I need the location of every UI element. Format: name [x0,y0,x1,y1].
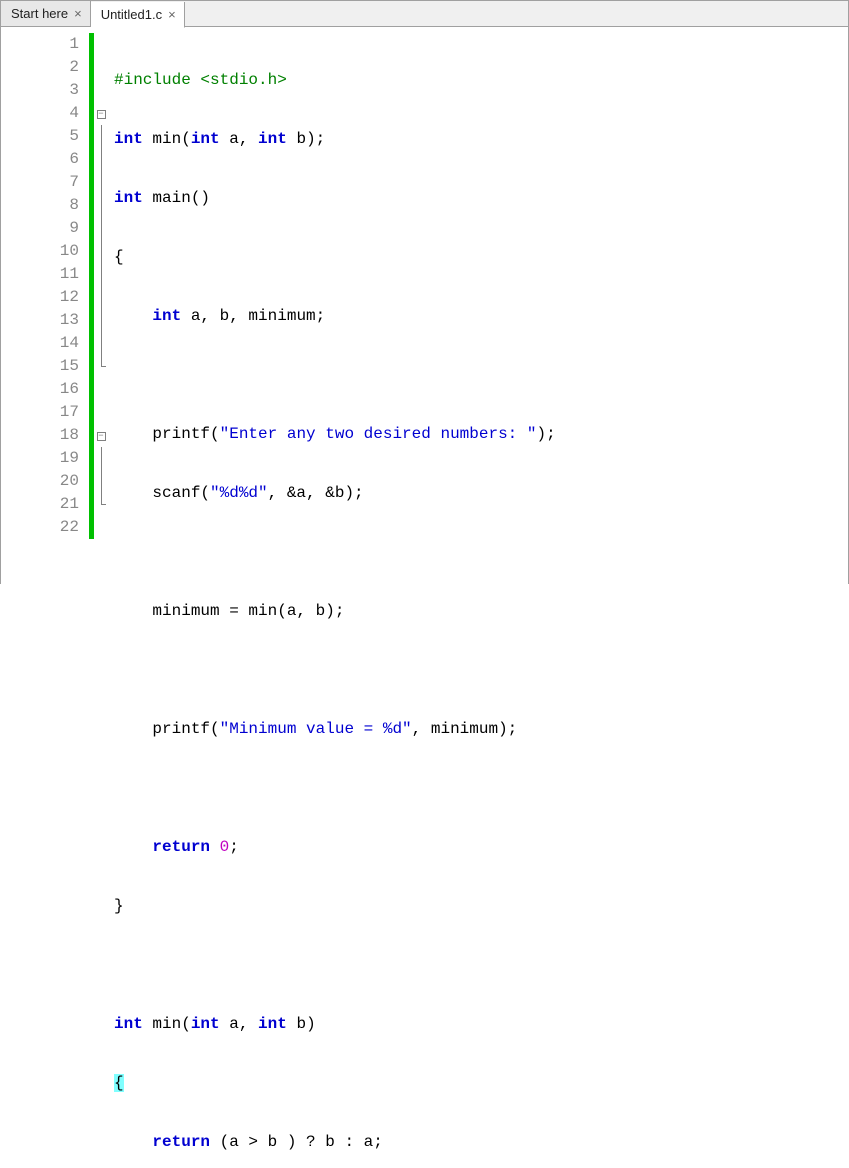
code-line: } [114,895,848,918]
fold-toggle-icon[interactable]: − [94,102,108,125]
line-number: 7 [1,171,89,194]
line-number: 19 [1,447,89,470]
code-line: { [114,1072,848,1095]
line-number: 10 [1,240,89,263]
tab-untitled1[interactable]: Untitled1.c × [91,2,185,28]
close-icon[interactable]: × [74,7,82,20]
line-number: 4 [1,102,89,125]
line-number: 18 [1,424,89,447]
code-line: return (a > b ) ? b : a; [114,1131,848,1154]
line-number: 15 [1,355,89,378]
tab-label: Untitled1.c [101,7,162,22]
tab-start-here[interactable]: Start here × [1,1,91,26]
line-number: 14 [1,332,89,355]
fold-gutter: − − [94,27,108,584]
code-line [114,777,848,800]
line-number: 6 [1,148,89,171]
line-number: 22 [1,516,89,539]
code-line: { [114,246,848,269]
code-line: return 0; [114,836,848,859]
tab-label: Start here [11,6,68,21]
line-number: 2 [1,56,89,79]
line-number: 11 [1,263,89,286]
code-line [114,541,848,564]
line-number: 12 [1,286,89,309]
code-line [114,659,848,682]
fold-toggle-icon[interactable]: − [94,424,108,447]
line-number-gutter: 1 2 3 4 5 6 7 8 9 10 11 12 13 14 15 16 1… [1,27,89,584]
line-number: 5 [1,125,89,148]
tab-bar: Start here × Untitled1.c × [1,1,848,27]
line-number: 3 [1,79,89,102]
close-icon[interactable]: × [168,8,176,21]
line-number: 16 [1,378,89,401]
line-number: 13 [1,309,89,332]
code-line: scanf("%d%d", &a, &b); [114,482,848,505]
editor[interactable]: 1 2 3 4 5 6 7 8 9 10 11 12 13 14 15 16 1… [1,27,848,584]
code-area[interactable]: #include <stdio.h> int min(int a, int b)… [108,27,848,584]
code-line: int min(int a, int b) [114,1013,848,1036]
line-number: 21 [1,493,89,516]
line-number: 1 [1,33,89,56]
line-number: 8 [1,194,89,217]
line-number: 9 [1,217,89,240]
code-line: int a, b, minimum; [114,305,848,328]
line-number: 20 [1,470,89,493]
line-number: 17 [1,401,89,424]
code-line: #include <stdio.h> [114,69,848,92]
code-line [114,954,848,977]
code-line: printf("Enter any two desired numbers: "… [114,423,848,446]
code-line: printf("Minimum value = %d", minimum); [114,718,848,741]
code-line: minimum = min(a, b); [114,600,848,623]
code-line: int min(int a, int b); [114,128,848,151]
code-line [114,364,848,387]
code-line: int main() [114,187,848,210]
